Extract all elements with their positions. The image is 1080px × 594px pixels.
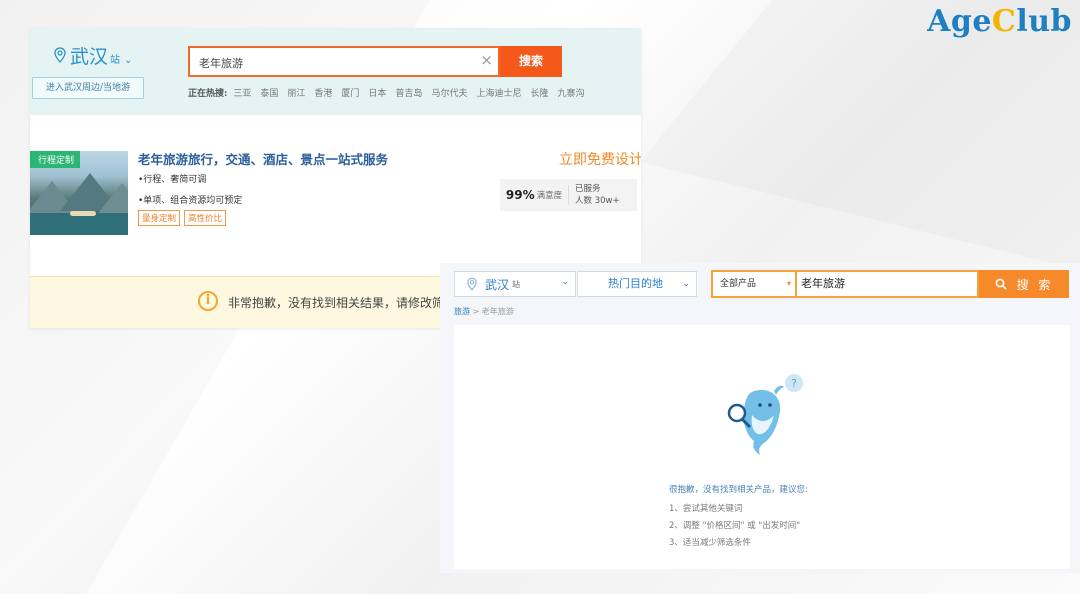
panel1-header: 武汉 站 ⌄ 进入武汉周边/当地游 老年旅游 × 搜索 正在热搜: 三亚 泰国 … — [30, 28, 641, 115]
search-input[interactable]: 老年旅游 — [795, 270, 979, 298]
chevron-down-icon: ⌄ — [124, 55, 133, 66]
boat-shape — [70, 211, 96, 216]
clear-icon[interactable]: × — [480, 51, 493, 69]
breadcrumb-separator: > — [472, 307, 480, 316]
product-tag: 高性价比 — [184, 210, 227, 226]
served-value: 人数 30w+ — [575, 196, 620, 206]
location-pin-icon — [54, 47, 66, 63]
product-feature: •行程、奢简可调 — [138, 175, 207, 185]
hot-search-label: 正在热搜: — [188, 89, 228, 99]
hot-search-tag[interactable]: 香港 — [314, 86, 332, 99]
breadcrumb-current: 老年旅游 — [481, 307, 514, 316]
hot-search-tag[interactable]: 三亚 — [233, 86, 251, 99]
city-name: 武汉 — [485, 277, 510, 292]
free-design-link[interactable]: 立即免费设计› — [559, 149, 641, 169]
logo-text-lub: lub — [1016, 4, 1072, 39]
location-pin-icon — [467, 277, 477, 291]
warning-icon: i — [198, 291, 218, 311]
ageclub-logo: AgeClub — [927, 4, 1072, 39]
city-selector[interactable]: 武汉 站 ⌄ — [54, 42, 132, 69]
satisfaction-stat: 99% 满意度 — [500, 179, 568, 211]
search-input[interactable]: 老年旅游 × — [188, 46, 500, 77]
logo-text-c: C — [991, 4, 1017, 39]
destination-label: 热门目的地 — [608, 277, 663, 290]
empty-message: 很抱歉，没有找到相关产品，建议您: — [669, 485, 808, 495]
destination-dropdown[interactable]: 热门目的地 ⌄ — [577, 271, 697, 297]
custom-trip-tag: 行程定制 — [30, 151, 81, 168]
product-image[interactable]: 行程定制 — [30, 151, 128, 235]
served-label: 已服务 — [575, 184, 601, 194]
product-tag: 量身定制 — [138, 210, 181, 226]
hot-search-tag[interactable]: 上海迪士尼 — [476, 86, 521, 99]
breadcrumb: 旅游 > 老年旅游 — [454, 306, 514, 317]
search-icon — [995, 278, 1007, 290]
city-name: 武汉 — [70, 46, 109, 68]
search-results-panel-2: 武汉 站 ⌄ 热门目的地 ⌄ 全部产品 ▾ 老年旅游 搜 索 旅游 > 老年旅游… — [440, 263, 1080, 573]
nearby-travel-button[interactable]: 进入武汉周边/当地游 — [32, 77, 144, 99]
product-tags: 量身定制 高性价比 — [138, 210, 227, 226]
hot-search-tag[interactable]: 厦门 — [341, 86, 359, 99]
caret-down-icon: ▾ — [786, 279, 791, 288]
hot-search-tag[interactable]: 日本 — [368, 86, 386, 99]
hot-search-tag[interactable]: 马尔代夫 — [431, 86, 467, 99]
search-button[interactable]: 搜 索 — [979, 270, 1069, 298]
satisfaction-label: 满意度 — [536, 191, 563, 201]
city-suffix: 站 — [512, 279, 521, 289]
chevron-down-icon: ⌄ — [682, 279, 690, 289]
chevron-down-icon: ⌄ — [561, 277, 569, 287]
hot-search-list: 正在热搜: 三亚 泰国 丽江 香港 厦门 日本 普吉岛 马尔代夫 上海迪士尼 长… — [188, 86, 594, 99]
hot-search-tag[interactable]: 丽江 — [287, 86, 305, 99]
search-button[interactable]: 搜索 — [500, 46, 562, 77]
lake-shape — [30, 213, 128, 235]
city-selector[interactable]: 武汉 站 ⌄ — [454, 271, 576, 297]
hot-search-tag[interactable]: 泰国 — [260, 86, 278, 99]
hot-search-tag[interactable]: 长隆 — [530, 86, 548, 99]
search-input-value: 老年旅游 — [199, 57, 243, 70]
background-shape — [640, 0, 1080, 270]
product-category-select[interactable]: 全部产品 ▾ — [711, 270, 795, 298]
hot-search-tag[interactable]: 九寨沟 — [557, 86, 584, 99]
product-title-link[interactable]: 老年旅游旅行，交通、酒店、景点一站式服务 — [138, 149, 388, 168]
search-bar: 老年旅游 × 搜索 — [188, 46, 562, 77]
suggestion-list: 1、尝试其他关键词 2、调整 "价格区间" 或 "出发时间" 3、适当减少筛选条… — [669, 501, 800, 552]
satisfaction-value: 99% — [505, 188, 535, 202]
no-results-text: 非常抱歉，没有找到相关结果，请修改筛选条 — [228, 296, 469, 310]
breadcrumb-root-link[interactable]: 旅游 — [454, 307, 470, 316]
search-button-label: 搜 索 — [1016, 277, 1054, 292]
city-suffix: 站 — [110, 55, 121, 66]
svg-text:?: ? — [791, 377, 797, 390]
hot-search-tag[interactable]: 普吉岛 — [395, 86, 422, 99]
logo-text-age: Age — [927, 4, 992, 39]
suggestion-item: 3、适当减少筛选条件 — [669, 538, 751, 548]
service-stats: 99% 满意度 已服务 人数 30w+ — [500, 179, 637, 211]
suggestion-item: 2、调整 "价格区间" 或 "出发时间" — [669, 521, 801, 531]
search-bar: 全部产品 ▾ 老年旅游 搜 索 — [711, 270, 1069, 298]
suggestion-item: 1、尝试其他关键词 — [669, 504, 743, 514]
dolphin-illustration: ? — [727, 374, 803, 455]
served-stat: 已服务 人数 30w+ — [569, 179, 620, 211]
product-feature: •单项、组合资源均可预定 — [138, 196, 243, 206]
category-value: 全部产品 — [720, 279, 757, 289]
